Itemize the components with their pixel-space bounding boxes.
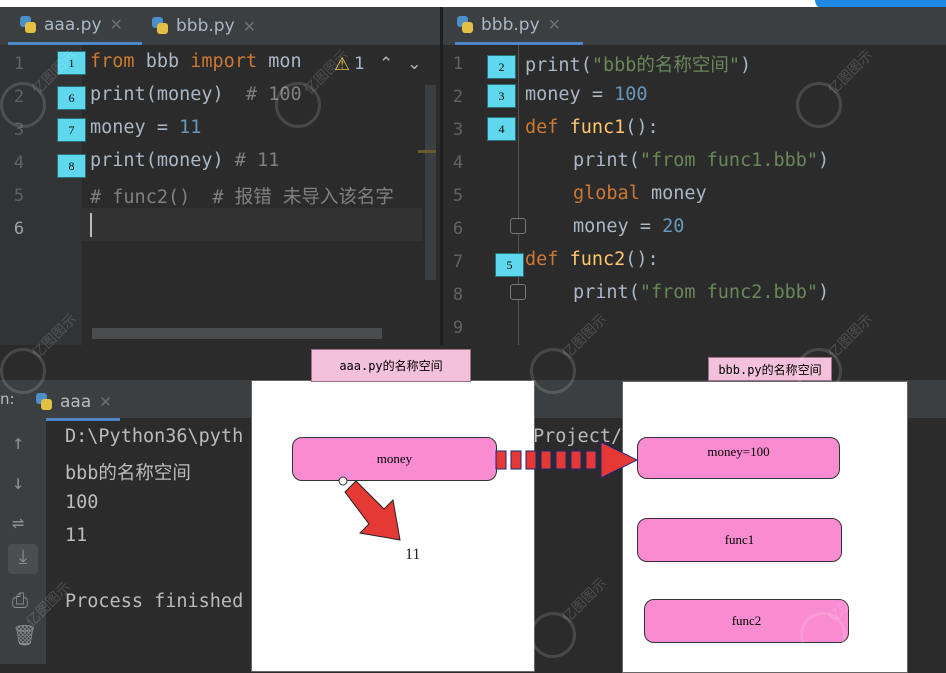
code-line[interactable]: print(money) # 100 [90, 84, 302, 105]
tab-bbb-py[interactable]: bbb.py ✕ [455, 7, 583, 45]
line-number: 7 [452, 252, 464, 272]
code-line[interactable]: print(money) # 11 [90, 150, 279, 171]
step-badge: 3 [487, 84, 516, 108]
run-label: n: [0, 390, 15, 408]
step-badge: 7 [57, 118, 86, 142]
python-file-icon [150, 16, 170, 36]
close-icon[interactable]: ✕ [243, 17, 256, 36]
code-line[interactable]: def func1(): [525, 117, 659, 138]
line-number: 1 [452, 54, 464, 74]
reference-arrow [495, 441, 639, 479]
close-icon[interactable]: ✕ [110, 15, 123, 34]
result-value: 11 [405, 546, 421, 563]
python-icon [34, 392, 54, 412]
top-strip [0, 0, 946, 7]
step-badge: 6 [57, 86, 86, 110]
code-line[interactable]: print("bbb的名称空间") [525, 51, 751, 77]
print-icon[interactable]: ⎙ [12, 588, 28, 612]
run-tab-aaa[interactable]: aaa ✕ [34, 386, 120, 421]
run-tab-label: aaa [60, 392, 92, 412]
chevron-up-icon[interactable]: ⌃ [379, 54, 393, 74]
code-line[interactable]: # func2() # 报错 未导入该名字 [90, 183, 394, 209]
tab-bbb-py[interactable]: bbb.py ✕ [150, 7, 280, 45]
line-number: 8 [452, 285, 464, 305]
line-number: 2 [452, 87, 464, 107]
chevron-down-icon[interactable]: ⌄ [407, 54, 421, 74]
run-toolbar: ↑ ↓ ⇌ ⤓ ⎙ 🗑 [0, 418, 46, 664]
console-line: 100 [65, 492, 99, 513]
console-line: 11 [65, 525, 88, 546]
current-line-highlight [82, 208, 422, 241]
line-number: 4 [452, 153, 464, 173]
console-line: bbb的名称空间 [65, 463, 191, 484]
step-badge: 4 [487, 117, 516, 141]
line-number: 3 [452, 120, 464, 140]
code-line[interactable]: def func2(): [525, 249, 659, 270]
console-line: Process finished [65, 591, 244, 612]
close-icon[interactable]: ✕ [548, 15, 561, 34]
horizontal-scrollbar[interactable] [92, 328, 382, 339]
scrollbar-marker [418, 150, 436, 153]
watermark-text: 亿图图示 [825, 47, 877, 99]
bbb-func1-node: func1 [637, 518, 842, 562]
result-arrow [338, 476, 401, 541]
code-line[interactable]: money = 11 [90, 117, 201, 138]
python-file-icon [455, 15, 475, 35]
close-icon[interactable]: ✕ [99, 393, 112, 411]
right-tab-bar: bbb.py ✕ [443, 7, 946, 45]
left-tab-bar: aaa.py ✕ bbb.py ✕ [0, 7, 440, 45]
console-line: D:\Python36\pyth [65, 426, 244, 447]
code-line[interactable]: from bbb import mon [90, 51, 302, 72]
step-badge: 8 [57, 154, 86, 178]
python-file-icon [18, 15, 38, 35]
line-number: 6 [13, 219, 25, 239]
code-line[interactable]: money = 100 [525, 84, 648, 105]
arrow-up-icon[interactable]: ↑ [12, 430, 24, 454]
code-line[interactable]: print("from func1.bbb") [573, 150, 829, 171]
watermark-text: 亿图图示 [559, 575, 611, 627]
fold-icon[interactable] [510, 284, 526, 300]
tab-label: aaa.py [44, 14, 102, 35]
line-number: 6 [452, 219, 464, 239]
scroll-to-end-icon[interactable]: ⤓ [8, 544, 38, 574]
code-line[interactable]: print("from func2.bbb") [573, 282, 829, 303]
line-number: 4 [13, 153, 25, 173]
soft-wrap-icon[interactable]: ⇌ [12, 510, 24, 534]
tab-label: bbb.py [176, 16, 235, 36]
arrow-down-icon[interactable]: ↓ [12, 470, 24, 494]
tab-aaa-py[interactable]: aaa.py ✕ [8, 7, 142, 45]
text-cursor [90, 213, 92, 237]
line-number: 1 [13, 54, 25, 74]
gutter-divider [518, 45, 519, 345]
line-number: 5 [13, 186, 25, 206]
fold-icon[interactable] [510, 218, 526, 234]
aaa-namespace-title: aaa.py的名称空间 [311, 349, 471, 382]
code-line[interactable]: money = 20 [573, 216, 684, 237]
line-number: 9 [452, 318, 464, 338]
code-line[interactable]: global money [573, 183, 707, 204]
step-badge: 5 [495, 253, 524, 277]
bbb-money-node: money=100 [637, 437, 840, 479]
warning-count: 1 [354, 54, 365, 74]
line-number: 5 [452, 186, 464, 206]
tab-label: bbb.py [481, 14, 540, 35]
vertical-scrollbar[interactable] [425, 85, 436, 280]
step-badge: 2 [487, 55, 516, 79]
